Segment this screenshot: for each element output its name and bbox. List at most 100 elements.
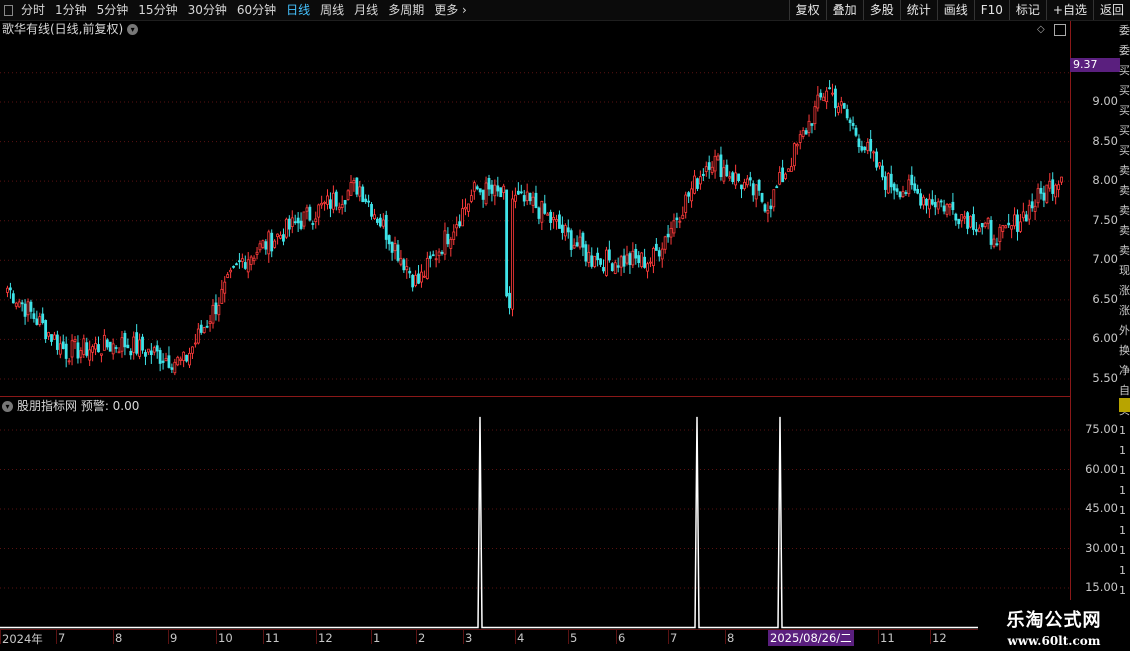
candle-body (575, 242, 579, 247)
toolbar-button-2[interactable]: 多股 (862, 0, 900, 20)
candle-body (883, 176, 887, 190)
candle-body (193, 342, 197, 345)
toolbar-button-7[interactable]: +自选 (1045, 0, 1093, 20)
layout-toggle-icon[interactable] (1054, 24, 1066, 36)
candle-body (287, 218, 291, 230)
candle-body (657, 250, 661, 257)
date-label: 2 (418, 631, 426, 645)
candle-body (431, 254, 435, 257)
date-label: 9 (170, 631, 178, 645)
toolbar-button-1[interactable]: 叠加 (825, 0, 863, 20)
indicator-chart[interactable] (0, 397, 1070, 629)
candle-body (1004, 225, 1008, 229)
period-tab-10[interactable]: 更多 › (429, 0, 472, 20)
candle-body (669, 227, 673, 238)
candle-body (481, 189, 485, 200)
candle-body (537, 207, 541, 219)
candle-body (185, 354, 188, 362)
candle-body (863, 146, 867, 151)
period-tab-0[interactable]: 分时 (16, 0, 50, 20)
period-tab-4[interactable]: 30分钟 (183, 0, 232, 20)
candle-body (102, 334, 106, 351)
candle-body (672, 220, 676, 234)
period-tab-9[interactable]: 多周期 (383, 0, 429, 20)
candle-body (713, 155, 717, 172)
candle-body (32, 313, 36, 319)
toolbar-button-6[interactable]: 标记 (1008, 0, 1046, 20)
candle-body (1016, 214, 1019, 232)
candle-body (543, 203, 547, 214)
candle-body (308, 206, 312, 221)
quote-panel-strip[interactable]: 委委买买买买买卖卖卖卖卖现涨涨外换净自买1111111111 (1119, 21, 1130, 629)
period-tab-3[interactable]: 15分钟 (133, 0, 182, 20)
candle-body (605, 249, 608, 276)
toolbar-button-0[interactable]: 复权 (788, 0, 826, 20)
date-tick (616, 630, 617, 644)
candle-body (790, 166, 793, 172)
alert-signal-line (0, 416, 1070, 629)
candle-body (660, 248, 664, 260)
candle-body (361, 186, 365, 203)
candle-body (572, 244, 576, 249)
period-tab-2[interactable]: 5分钟 (92, 0, 134, 20)
candle-body (305, 207, 309, 212)
candle-body (173, 361, 177, 374)
period-tab-7[interactable]: 周线 (315, 0, 349, 20)
chevron-down-icon[interactable]: ▾ (127, 24, 139, 35)
period-tab-8[interactable]: 月线 (349, 0, 383, 20)
date-label: 4 (517, 631, 525, 645)
diamond-icon[interactable]: ◇ (1037, 24, 1045, 35)
candle-body (696, 178, 699, 189)
chevron-down-icon[interactable]: ▾ (2, 401, 13, 412)
quote-label: 卖 (1119, 244, 1130, 257)
candle-body (652, 247, 655, 267)
candle-body (998, 226, 1002, 242)
toolbar-button-5[interactable]: F10 (973, 0, 1009, 20)
candle-body (740, 184, 743, 190)
candle-body (384, 214, 388, 240)
candle-body (895, 188, 899, 192)
candle-body (857, 138, 861, 148)
period-tab-5[interactable]: 60分钟 (232, 0, 281, 20)
axis-divider (1070, 21, 1071, 629)
candle-body (1027, 204, 1031, 220)
toolbar-button-4[interactable]: 画线 (936, 0, 974, 20)
candle-body (957, 218, 961, 225)
candle-body (878, 162, 881, 167)
candle-body (79, 350, 83, 358)
period-tab-1[interactable]: 1分钟 (50, 0, 92, 20)
kline-chart[interactable] (0, 21, 1070, 397)
quote-label: 1 (1119, 464, 1126, 477)
candle-body (769, 205, 773, 210)
candle-body (628, 253, 632, 265)
candle-body (290, 217, 294, 227)
candle-body (235, 263, 238, 266)
candle-body (443, 230, 447, 255)
candle-body (364, 198, 368, 202)
candle-body (329, 199, 332, 209)
candle-body (919, 193, 922, 206)
candle-body (602, 267, 605, 272)
period-tab-6[interactable]: 日线 (281, 0, 315, 20)
candle-body (584, 244, 588, 262)
candle-body (170, 367, 174, 370)
date-tick (463, 630, 464, 644)
candle-body (555, 219, 558, 222)
quote-label: 卖 (1119, 204, 1130, 217)
quote-label: 净 (1119, 364, 1130, 377)
candle-body (182, 351, 186, 362)
candle-body (396, 244, 400, 261)
candle-body (787, 168, 790, 172)
window-icon[interactable] (4, 4, 13, 16)
candle-body (560, 224, 564, 233)
candle-body (53, 334, 56, 340)
toolbar-button-8[interactable]: 返回 (1092, 0, 1130, 20)
price-tick-label: 8.00 (1092, 173, 1118, 188)
candle-body (390, 241, 394, 253)
candle-body (44, 320, 48, 340)
candle-body (804, 130, 808, 135)
candle-body (393, 243, 397, 252)
candle-body (17, 301, 21, 308)
toolbar-button-3[interactable]: 统计 (899, 0, 937, 20)
candle-body (469, 195, 473, 202)
